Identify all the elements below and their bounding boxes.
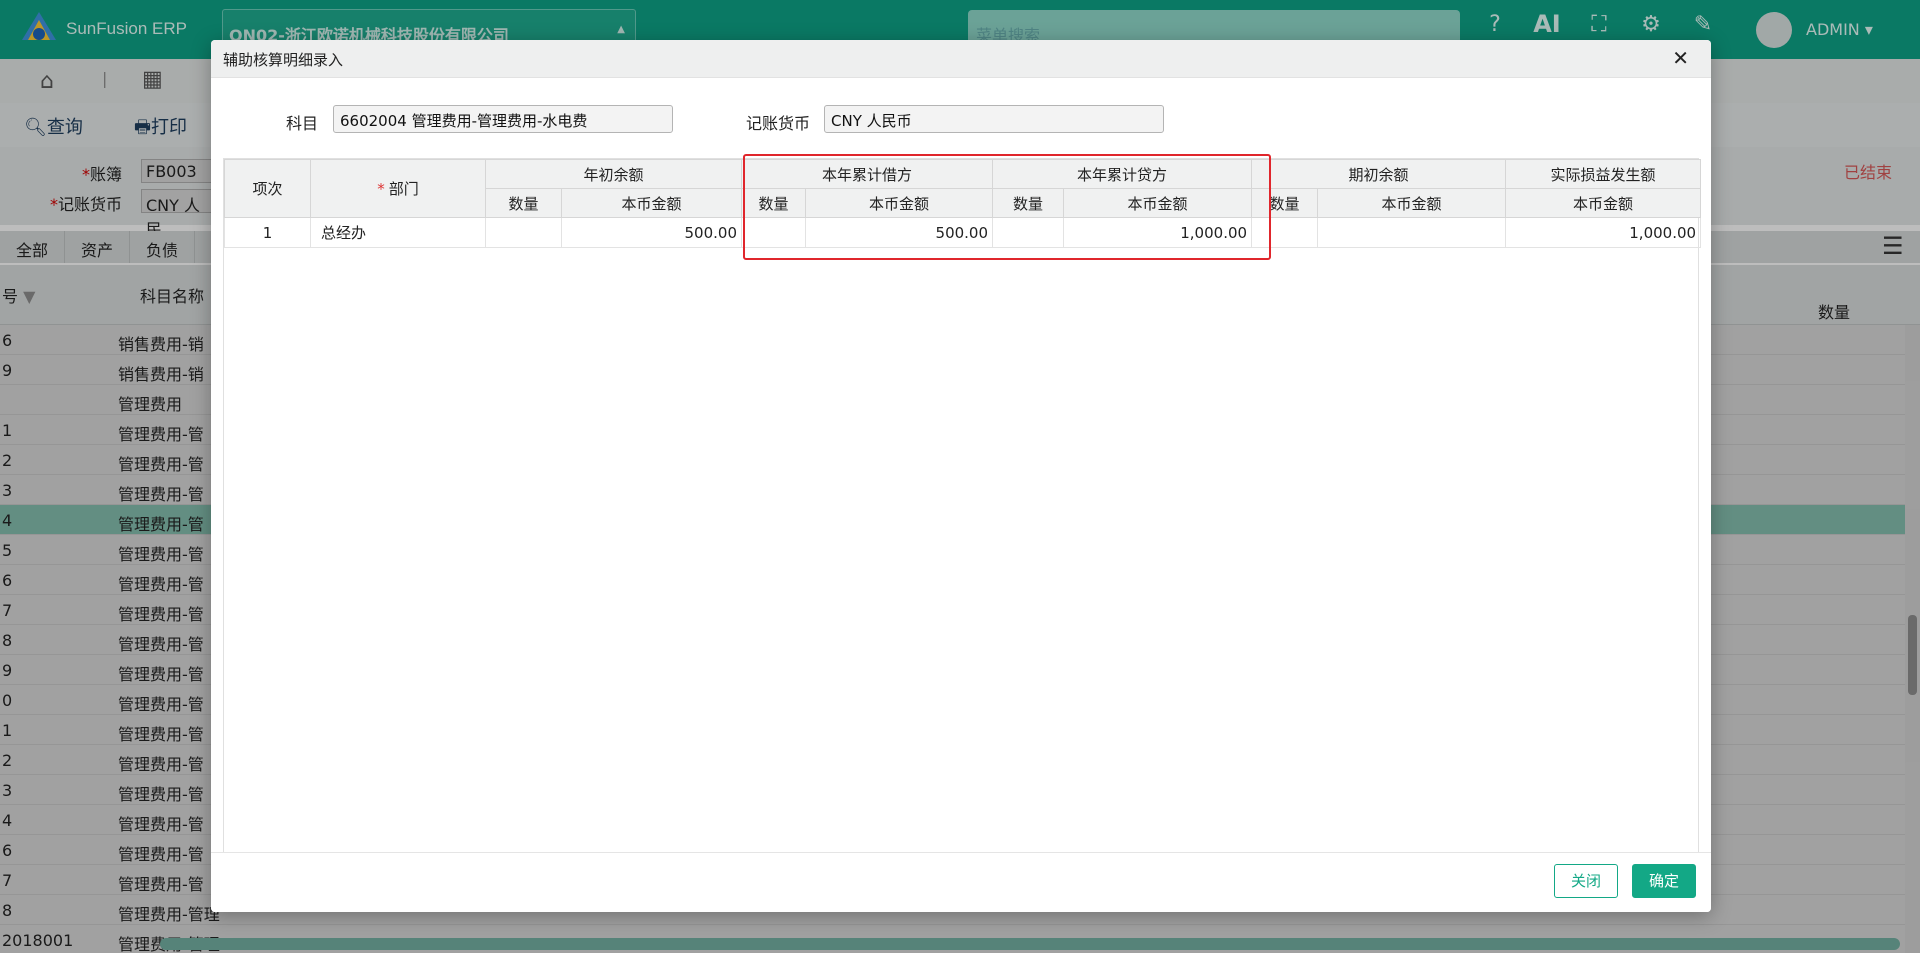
header-debit-amt: 本币金额 (805, 188, 994, 218)
header-pl-amt: 本币金额 (1505, 188, 1702, 218)
header-open-qty: 数量 (485, 188, 562, 218)
currency-field[interactable]: CNY 人民币 (824, 105, 1164, 133)
subject-label: 科目 (286, 114, 319, 133)
dialog-footer (211, 852, 1711, 912)
header-debit-qty: 数量 (741, 188, 807, 218)
header-item: 项次 (224, 159, 311, 218)
cell-period-amt[interactable] (1317, 217, 1507, 248)
header-dept: * 部门 (310, 159, 486, 218)
header-period-amt: 本币金额 (1317, 188, 1507, 218)
close-icon[interactable]: ✕ (1672, 46, 1689, 70)
detail-table-container: 项次 * 部门 年初余额 本年累计借方 本年累计贷方 期初余额 实际损益发生额 数… (223, 158, 1702, 860)
header-credit-qty: 数量 (992, 188, 1065, 218)
header-ytd-debit: 本年累计借方 (741, 159, 994, 189)
cell-debit-amt[interactable]: 500.00 (805, 217, 994, 248)
cell-pl-amt[interactable]: 1,000.00 (1505, 217, 1702, 248)
table-row[interactable]: 1 总经办 500.00 500.00 1,000.00 1,000.00 (224, 217, 1702, 248)
header-period-open: 期初余额 (1251, 159, 1507, 189)
header-actual-pl: 实际损益发生额 (1505, 159, 1702, 189)
cell-open-amt[interactable]: 500.00 (560, 217, 743, 248)
header-open-year: 年初余额 (484, 159, 743, 189)
cell-open-qty[interactable] (485, 217, 562, 248)
header-period-qty: 数量 (1251, 188, 1319, 218)
cell-credit-amt[interactable]: 1,000.00 (1063, 217, 1253, 248)
header-ytd-credit: 本年累计贷方 (992, 159, 1253, 189)
cell-credit-qty[interactable] (992, 217, 1065, 248)
dialog-title: 辅助核算明细录入 (223, 51, 344, 69)
dialog-header: 辅助核算明细录入 ✕ (211, 40, 1711, 78)
cell-period-qty[interactable] (1251, 217, 1319, 248)
header-credit-amt: 本币金额 (1063, 188, 1253, 218)
confirm-button[interactable]: 确定 (1632, 864, 1696, 898)
subject-field[interactable]: 6602004 管理费用-管理费用-水电费 (333, 105, 673, 133)
cell-debit-qty[interactable] (741, 217, 807, 248)
aux-detail-dialog: 辅助核算明细录入 ✕ 科目 6602004 管理费用-管理费用-水电费 记账货币… (211, 40, 1711, 912)
required-marker: * (377, 180, 385, 198)
close-button[interactable]: 关闭 (1554, 864, 1618, 898)
header-dept-label: 部门 (388, 180, 419, 198)
cell-dept[interactable]: 总经办 (310, 217, 486, 248)
header-open-amt: 本币金额 (560, 188, 743, 218)
cell-item: 1 (224, 217, 311, 248)
currency-label: 记账货币 (746, 114, 811, 133)
detail-table: 项次 * 部门 年初余额 本年累计借方 本年累计贷方 期初余额 实际损益发生额 数… (224, 159, 1702, 248)
